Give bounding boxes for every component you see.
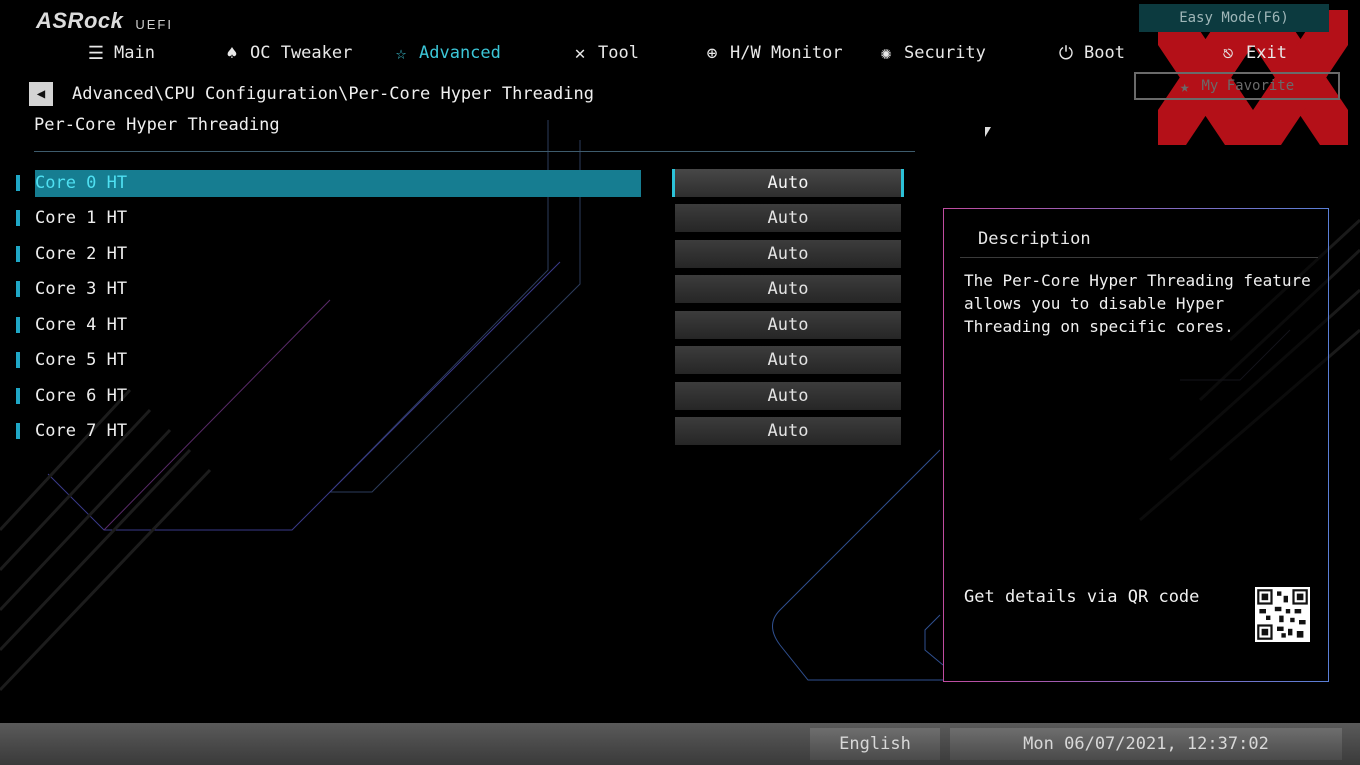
- setting-value-select[interactable]: Auto: [675, 240, 901, 268]
- row-marker: [16, 281, 20, 297]
- setting-label: Core 5 HT: [35, 350, 128, 370]
- row-marker: [16, 246, 20, 262]
- tab-main[interactable]: ☰ Main: [86, 40, 155, 66]
- setting-label: Core 2 HT: [35, 244, 128, 264]
- setting-row-core-7-ht[interactable]: Core 7 HT Auto: [0, 417, 910, 445]
- crosshair-icon: ⊕: [706, 42, 718, 64]
- description-text: The Per-Core Hyper Threading feature all…: [964, 271, 1311, 336]
- setting-value-select[interactable]: Auto: [675, 417, 901, 445]
- tab-security[interactable]: ✺ Security: [876, 40, 986, 66]
- row-marker: [16, 423, 20, 439]
- setting-row-core-4-ht[interactable]: Core 4 HT Auto: [0, 311, 910, 339]
- status-bar: English Mon 06/07/2021, 12:37:02: [0, 723, 1360, 765]
- qr-caption: Get details via QR code: [964, 587, 1200, 607]
- tab-advanced[interactable]: ☆ Advanced: [391, 40, 501, 66]
- mouse-cursor-icon: [985, 127, 991, 137]
- star-icon: ★: [1179, 76, 1190, 96]
- exit-icon: ⎋: [1222, 42, 1234, 64]
- setting-label: Core 1 HT: [35, 208, 128, 228]
- tab-label: H/W Monitor: [730, 43, 843, 63]
- asrock-logo: ASRock: [36, 8, 124, 33]
- breadcrumb: Advanced\CPU Configuration\Per-Core Hype…: [72, 84, 594, 104]
- brand: ASRock UEFI: [36, 8, 173, 34]
- tools-icon: ✕: [574, 42, 586, 64]
- tab-label: OC Tweaker: [250, 43, 353, 63]
- qr-code-icon: [1255, 587, 1310, 642]
- setting-label: Core 3 HT: [35, 279, 128, 299]
- shield-icon: ✺: [880, 42, 892, 64]
- back-arrow-icon: ◀: [36, 86, 46, 102]
- setting-label: Core 6 HT: [35, 386, 128, 406]
- tab-label: Security: [904, 43, 986, 63]
- tab-exit[interactable]: ⎋ Exit: [1218, 40, 1287, 66]
- row-marker: [16, 210, 20, 226]
- setting-label: Core 0 HT: [35, 170, 641, 197]
- divider: [960, 257, 1318, 258]
- tab-label: Advanced: [419, 43, 501, 63]
- back-button[interactable]: ◀: [29, 82, 53, 106]
- tab-label: Boot: [1084, 43, 1125, 63]
- setting-value-select[interactable]: Auto: [675, 275, 901, 303]
- datetime-display: Mon 06/07/2021, 12:37:02: [950, 728, 1342, 760]
- setting-label: Core 4 HT: [35, 315, 128, 335]
- tab-tool[interactable]: ✕ Tool: [570, 40, 639, 66]
- my-favorite-button[interactable]: ★ My Favorite: [1134, 72, 1340, 100]
- setting-label: Core 7 HT: [35, 421, 128, 441]
- setting-row-core-5-ht[interactable]: Core 5 HT Auto: [0, 346, 910, 374]
- row-marker: [16, 175, 20, 191]
- uefi-label: UEFI: [135, 17, 173, 32]
- setting-row-core-1-ht[interactable]: Core 1 HT Auto: [0, 204, 910, 232]
- tab-oc-tweaker[interactable]: ♠ OC Tweaker: [222, 40, 353, 66]
- tab-label: Main: [114, 43, 155, 63]
- row-marker: [16, 352, 20, 368]
- setting-row-core-6-ht[interactable]: Core 6 HT Auto: [0, 382, 910, 410]
- language-button[interactable]: English: [810, 728, 940, 760]
- row-marker: [16, 388, 20, 404]
- main-tabs: ☰ Main ♠ OC Tweaker ☆ Advanced ✕ Tool ⊕ …: [0, 40, 1300, 68]
- page-title: Per-Core Hyper Threading: [34, 115, 280, 135]
- tab-label: Tool: [598, 43, 639, 63]
- tab-label: Exit: [1246, 43, 1287, 63]
- divider: [34, 151, 915, 152]
- rocket-icon: ♠: [226, 42, 238, 64]
- power-icon: ⏻: [1058, 42, 1074, 64]
- setting-value-select[interactable]: Auto: [672, 169, 904, 197]
- favorite-label: My Favorite: [1201, 78, 1295, 94]
- list-icon: ☰: [87, 42, 105, 64]
- setting-value-select[interactable]: Auto: [675, 346, 901, 374]
- easy-mode-button[interactable]: Easy Mode(F6): [1139, 4, 1329, 32]
- setting-value-select[interactable]: Auto: [675, 204, 901, 232]
- tab-boot[interactable]: ⏻ Boot: [1056, 40, 1125, 66]
- setting-row-core-0-ht[interactable]: Core 0 HT Auto: [0, 169, 910, 197]
- star-icon: ☆: [395, 42, 407, 64]
- description-panel: Description The Per-Core Hyper Threading…: [943, 208, 1329, 682]
- setting-row-core-2-ht[interactable]: Core 2 HT Auto: [0, 240, 910, 268]
- setting-value-select[interactable]: Auto: [675, 311, 901, 339]
- row-marker: [16, 317, 20, 333]
- description-title: Description: [978, 229, 1091, 249]
- setting-value-select[interactable]: Auto: [675, 382, 901, 410]
- tab-hw-monitor[interactable]: ⊕ H/W Monitor: [702, 40, 843, 66]
- setting-row-core-3-ht[interactable]: Core 3 HT Auto: [0, 275, 910, 303]
